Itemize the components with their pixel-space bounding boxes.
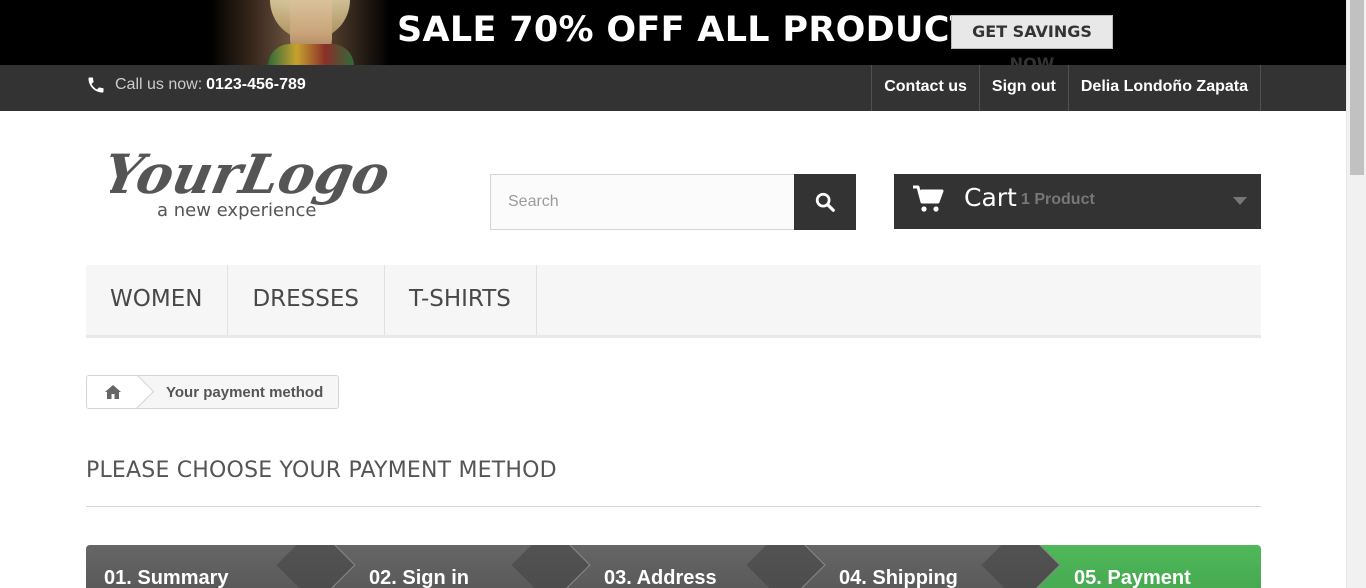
step-summary[interactable]: 01. Summary — [86, 545, 356, 588]
breadcrumb-current: Your payment method — [166, 383, 324, 401]
sign-out-link[interactable]: Sign out — [978, 65, 1068, 111]
contact-us-link[interactable]: Contact us — [871, 65, 979, 111]
call-label: Call us now: — [115, 76, 203, 93]
promo-model-dress — [268, 44, 354, 65]
menu-item-tshirts[interactable]: T-SHIRTS — [385, 265, 537, 335]
store-logo[interactable]: YourLogo a new experience — [110, 135, 410, 225]
home-icon — [105, 385, 121, 399]
phone-icon — [88, 77, 104, 93]
step-sign-in[interactable]: 02. Sign in — [322, 545, 591, 588]
menu-item-women[interactable]: WOMEN — [86, 265, 229, 335]
step-label: 01. Summary — [104, 567, 229, 588]
top-nav-bar: Call us now: 0123-456-789 Contact us Sig… — [0, 65, 1346, 111]
page-scrollbar[interactable] — [1346, 0, 1366, 588]
promo-banner[interactable]: SALE 70% OFF ALL PRODUCTS GET SAVINGS NO… — [0, 0, 1346, 65]
get-savings-button[interactable]: GET SAVINGS NOW — [951, 15, 1113, 65]
step-shipping[interactable]: 04. Shipping — [792, 545, 1061, 588]
step-address[interactable]: 03. Address — [557, 545, 826, 588]
step-label: 03. Address — [604, 567, 717, 588]
step-label: 04. Shipping — [839, 567, 958, 588]
step-label: 02. Sign in — [369, 567, 470, 588]
step-label: 05. Payment — [1074, 567, 1191, 588]
cart-block[interactable]: Cart 1 Product — [894, 174, 1261, 229]
page-title: PLEASE CHOOSE YOUR PAYMENT METHOD — [86, 458, 557, 483]
phone-contact: Call us now: 0123-456-789 — [86, 75, 306, 95]
search-button[interactable] — [794, 174, 856, 230]
account-name-link[interactable]: Delia Londoño Zapata — [1067, 65, 1261, 111]
scrollbar-thumb[interactable] — [1350, 0, 1364, 175]
checkout-steps: 01. Summary 02. Sign in 03. Address 04. … — [86, 545, 1261, 588]
menu-item-dresses[interactable]: DRESSES — [228, 265, 385, 335]
search-icon — [815, 192, 835, 212]
cart-count: 1 Product — [1021, 191, 1095, 208]
main-menu: WOMEN DRESSES T-SHIRTS — [86, 265, 1261, 338]
shopping-cart-icon — [913, 185, 944, 212]
logo-tagline: a new experience — [157, 200, 316, 221]
breadcrumb-home[interactable] — [87, 376, 139, 408]
breadcrumb: Your payment method — [86, 375, 340, 409]
search-input[interactable] — [490, 174, 795, 230]
title-divider — [86, 506, 1261, 507]
chevron-down-icon[interactable] — [1233, 197, 1247, 205]
account-links: Contact us Sign out Delia Londoño Zapata — [871, 65, 1261, 111]
logo-main-text: YourLogo — [110, 143, 396, 206]
search-bar — [490, 174, 856, 230]
promo-headline: SALE 70% OFF ALL PRODUCTS — [397, 10, 1000, 50]
cart-label: Cart — [964, 183, 1017, 212]
step-payment[interactable]: 05. Payment — [1027, 545, 1261, 588]
phone-number: 0123-456-789 — [206, 76, 306, 93]
